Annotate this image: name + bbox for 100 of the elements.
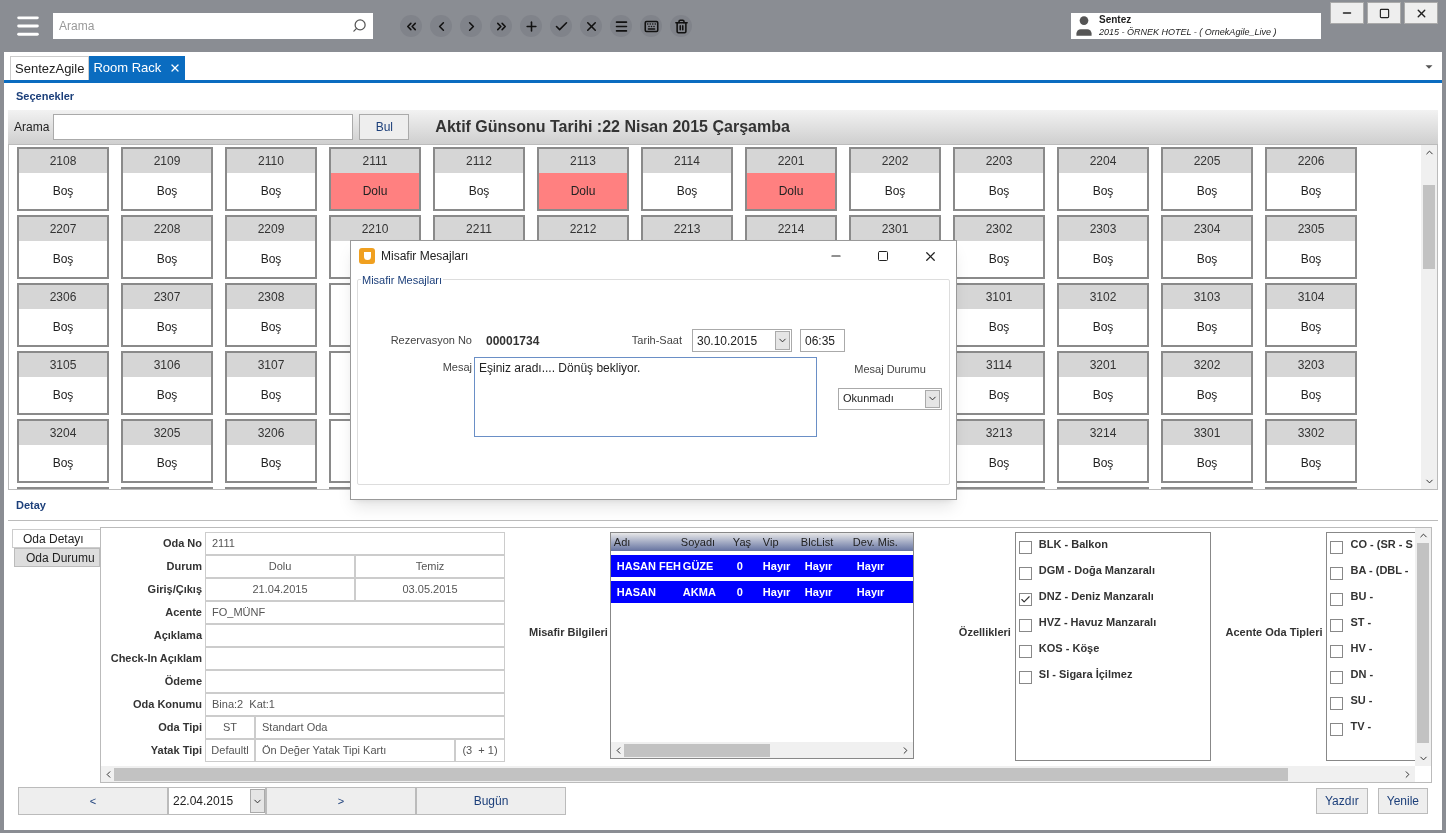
room-number: 2308 — [227, 284, 315, 309]
room-number: 2211 — [435, 216, 523, 241]
room-number: 3206 — [227, 420, 315, 445]
room-number: 2307 — [123, 284, 211, 309]
room-number: 2208 — [123, 216, 211, 241]
room-type-label: BA - (DBL - — [1350, 563, 1409, 578]
room-number: 2109 — [123, 148, 211, 173]
room-type-label: HV - — [1350, 641, 1373, 656]
detail-field: Standart Oda — [255, 716, 505, 739]
room-type-label: DN - — [1350, 667, 1374, 682]
room-number: 2110 — [227, 148, 315, 173]
room-number: 2209 — [227, 216, 315, 241]
table-cell-text: 0 — [735, 558, 744, 574]
room-number: 3103 — [1163, 284, 1251, 309]
room-number: 2213 — [643, 216, 731, 241]
field-label: Check-In Açıklam — [109, 651, 203, 667]
room-number: 3104 — [1267, 284, 1355, 309]
room-number: 2302 — [955, 216, 1043, 241]
section-title: Seçenekler — [15, 89, 76, 104]
room-number: 3203 — [1267, 352, 1355, 377]
agency-room-types-label: Acente Oda Tipleri — [1225, 625, 1323, 640]
room-number: 3301 — [1163, 420, 1251, 445]
detail-field: FO_MÜNF — [205, 601, 505, 624]
room-number: 2203 — [955, 148, 1043, 173]
room-number: 3102 — [1059, 284, 1147, 309]
features-label: Özellikleri — [958, 625, 1011, 640]
room-number: 2305 — [1267, 216, 1355, 241]
room-number: 2306 — [19, 284, 107, 309]
field-label: Rezervasyon No — [389, 333, 472, 349]
field-label: Oda Tipi — [157, 720, 203, 736]
room-number: 3302 — [1267, 420, 1355, 445]
feature-label: KOS - Köşe — [1038, 641, 1100, 656]
feature-label: SI - Sigara İçilmez — [1038, 667, 1133, 682]
room-number: 3214 — [1059, 420, 1147, 445]
detail-field: Defaultl — [205, 739, 255, 762]
room-number: 3105 — [19, 352, 107, 377]
feature-label: BLK - Balkon — [1038, 537, 1108, 552]
field-label: Giriş/Çıkış — [146, 582, 203, 598]
room-number: 2303 — [1059, 216, 1147, 241]
room-type-label: TV - — [1350, 719, 1372, 734]
table-cell-text: HASAN FEH — [615, 558, 681, 574]
room-number: 3107 — [227, 352, 315, 377]
field-label: Yatak Tipi — [149, 743, 203, 759]
active-date: Aktif Günsonu Tarihi :22 Nisan 2015 Çarşamba — [435, 116, 790, 137]
table-cell-text: GÜZE — [681, 558, 715, 574]
field-label: Tarih-Saat — [630, 333, 682, 349]
room-number: 2204 — [1059, 148, 1147, 173]
feature-label: DGM - Doğa Manzaralı — [1038, 563, 1155, 578]
room-number: 2108 — [19, 148, 107, 173]
detail-field: Bina:2 Kat:1 — [205, 693, 505, 716]
room-number: 3201 — [1059, 352, 1147, 377]
detail-field: (3 + 1) — [455, 739, 505, 762]
field-label: Mesaj Durumu — [854, 362, 926, 377]
room-number: 2112 — [435, 148, 523, 173]
detail-field: 03.05.2015 — [355, 578, 505, 601]
room-number: 3114 — [955, 352, 1043, 377]
room-number: 3101 — [955, 284, 1043, 309]
section-title: Detay — [15, 497, 47, 513]
table-cell-text: Hayır — [855, 558, 886, 574]
feature-label: HVZ - Havuz Manzaralı — [1038, 615, 1157, 630]
guests-label: Misafir Bilgileri — [529, 625, 608, 640]
reservation-number: 00001734 — [486, 332, 541, 350]
field-label: Oda No — [161, 536, 203, 552]
user-name: Sentez — [1099, 14, 1133, 26]
table-cell-text: Hayır — [803, 584, 834, 600]
field-label: Durum — [165, 559, 203, 575]
room-number: 3213 — [955, 420, 1043, 445]
detail-field: Temiz — [355, 555, 505, 578]
room-type-label: SU - — [1350, 693, 1373, 708]
room-number: 3204 — [19, 420, 107, 445]
detail-field: ST — [205, 716, 255, 739]
room-number: 2114 — [643, 148, 731, 173]
dialog-title: Misafir Mesajları — [381, 248, 469, 265]
user-context: 2015 - ÖRNEK HOTEL - ( OrnekAgile_Live ) — [1099, 26, 1277, 38]
room-number: 2304 — [1163, 216, 1251, 241]
room-number: 2202 — [851, 148, 939, 173]
room-status: Dolu — [331, 172, 419, 209]
room-type-label: BU - — [1350, 589, 1374, 604]
room-status: Dolu — [747, 172, 835, 209]
table-cell-text: Hayır — [803, 558, 834, 574]
table-cell-text: 0 — [735, 584, 744, 600]
room-number: 3202 — [1163, 352, 1251, 377]
table-cell-text: Hayır — [855, 584, 886, 600]
search-label: Arama — [14, 118, 50, 136]
room-type-label: CO - (SR - S — [1350, 537, 1413, 552]
table-cell-text: AKMA — [681, 584, 717, 600]
room-number: 2206 — [1267, 148, 1355, 173]
room-number: 2205 — [1163, 148, 1251, 173]
room-number: 2210 — [331, 216, 419, 241]
room-type-label: ST - — [1350, 615, 1372, 630]
room-status: Dolu — [539, 172, 627, 209]
detail-field: 2111 — [205, 532, 505, 555]
field-label: Acente — [164, 605, 203, 621]
room-number: 2201 — [747, 148, 835, 173]
field-label: Ödeme — [163, 674, 203, 690]
room-number: 3205 — [123, 420, 211, 445]
room-number: 3106 — [123, 352, 211, 377]
room-number: 2214 — [747, 216, 835, 241]
room-number: 2113 — [539, 148, 627, 173]
detail-field: Dolu — [205, 555, 355, 578]
